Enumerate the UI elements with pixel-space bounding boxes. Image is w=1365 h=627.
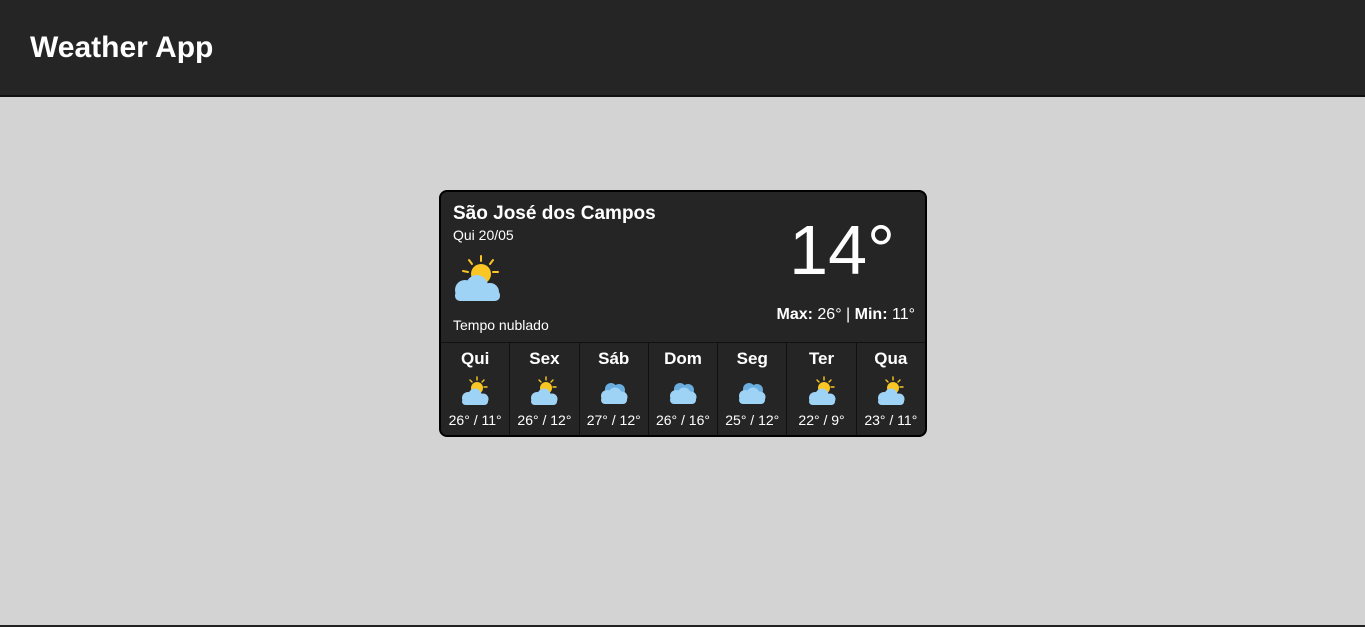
- cloudy-icon: [600, 383, 628, 404]
- forecast-day: Qui 26° / 11°: [441, 343, 511, 435]
- forecast-range: 26° / 11°: [448, 412, 502, 428]
- forecast-day: Ter 22° / 9°: [787, 343, 857, 435]
- forecast-range: 22° / 9°: [798, 412, 845, 428]
- min-label: Min:: [854, 306, 888, 323]
- app-title: Weather App: [30, 31, 214, 64]
- forecast-range: 27° / 12°: [586, 412, 641, 428]
- forecast-day-name: Seg: [736, 349, 768, 368]
- forecast-day-name: Qua: [874, 349, 908, 368]
- forecast-day-name: Dom: [664, 349, 702, 368]
- forecast-day: Sáb 27° / 12°: [580, 343, 649, 435]
- cloudy-icon: [669, 383, 697, 404]
- cloudy-icon: [739, 383, 766, 404]
- forecast-day: Seg 25° / 12°: [718, 343, 788, 435]
- min-value: 11°: [891, 306, 915, 323]
- min-max-temperature: Max: 26° | Min: 11°: [776, 306, 915, 324]
- app-header: Weather App: [0, 0, 1365, 97]
- forecast-range: 23° / 11°: [864, 412, 918, 428]
- forecast-day: Dom 26° / 16°: [649, 343, 719, 435]
- max-label: Max:: [776, 306, 813, 323]
- forecast-range: 26° / 12°: [517, 412, 572, 428]
- forecast-day-name: Sex: [529, 349, 560, 368]
- forecast-range: 26° / 16°: [655, 412, 710, 428]
- city-name: São José dos Campos: [453, 203, 656, 224]
- current-temperature: 14°: [789, 211, 895, 289]
- max-value: 26°: [817, 306, 842, 323]
- separator: |: [846, 306, 851, 323]
- forecast-day-name: Ter: [808, 349, 835, 368]
- partly-cloudy-icon: [877, 376, 905, 405]
- partly-cloudy-icon: [462, 376, 489, 405]
- forecast-range: 25° / 12°: [725, 412, 780, 428]
- forecast-day: Sex 26° / 12°: [510, 343, 580, 435]
- forecast-day-name: Sáb: [598, 349, 630, 368]
- current-date: Qui 20/05: [453, 227, 514, 243]
- forecast-day: Qua 23° / 11°: [857, 343, 925, 435]
- partly-cloudy-icon: [531, 376, 558, 405]
- weather-card: São José dos Campos Qui 20/05 Tempo nubl…: [439, 190, 927, 437]
- partly-cloudy-icon: [455, 255, 500, 301]
- forecast-day-name: Qui: [460, 349, 490, 368]
- weather-condition: Tempo nublado: [453, 317, 549, 333]
- forecast-row: Qui 26° / 11° Sex 26° / 12° Sáb 27° / 12…: [441, 342, 925, 435]
- partly-cloudy-icon: [808, 376, 836, 405]
